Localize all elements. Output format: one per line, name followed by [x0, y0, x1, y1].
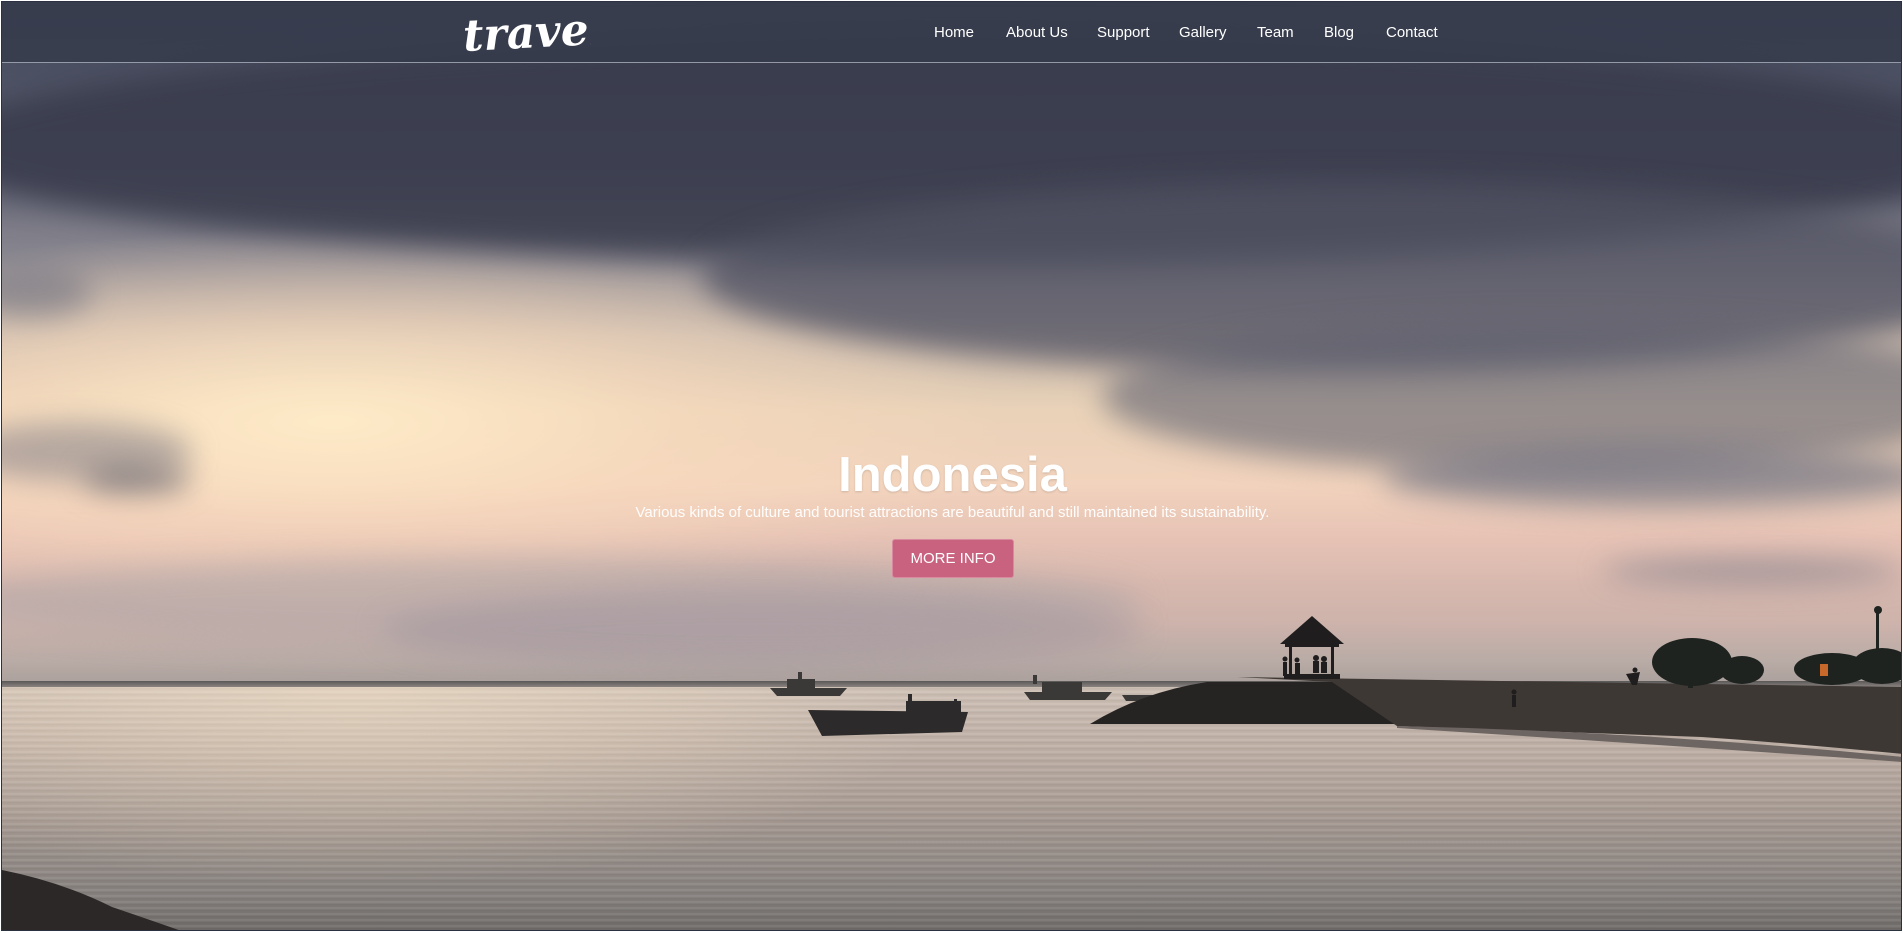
flag-marker	[1820, 664, 1828, 676]
nav-team[interactable]: Team	[1257, 24, 1294, 41]
gazebo	[1280, 616, 1344, 679]
hero-content: Indonesia Various kinds of culture and t…	[2, 446, 1901, 522]
page-frame: travel Home About Us Support Gallery Tea…	[0, 0, 1903, 933]
nav-blog[interactable]: Blog	[1324, 24, 1354, 41]
logo-text: travel	[462, 4, 591, 60]
hero-subtitle: Various kinds of culture and tourist att…	[635, 504, 1270, 521]
nav-gallery[interactable]: Gallery	[1179, 24, 1227, 41]
nav-contact[interactable]: Contact	[1386, 24, 1438, 41]
boat-main	[808, 694, 968, 736]
hero-title: Indonesia	[838, 448, 1067, 502]
foreground-rocks	[2, 870, 179, 930]
nav-support[interactable]: Support	[1097, 24, 1150, 41]
more-info-button[interactable]: MORE INFO	[892, 539, 1014, 578]
top-navbar: travel Home About Us Support Gallery Tea…	[2, 2, 1901, 63]
nav-home[interactable]: Home	[934, 24, 974, 41]
boat-far-right	[1024, 675, 1112, 700]
hero-section: travel Home About Us Support Gallery Tea…	[1, 1, 1902, 931]
trees	[1652, 606, 1901, 688]
travel-logo[interactable]: travel	[461, 2, 591, 60]
nav-about-us[interactable]: About Us	[1006, 24, 1068, 41]
boat-far-left	[770, 672, 847, 696]
